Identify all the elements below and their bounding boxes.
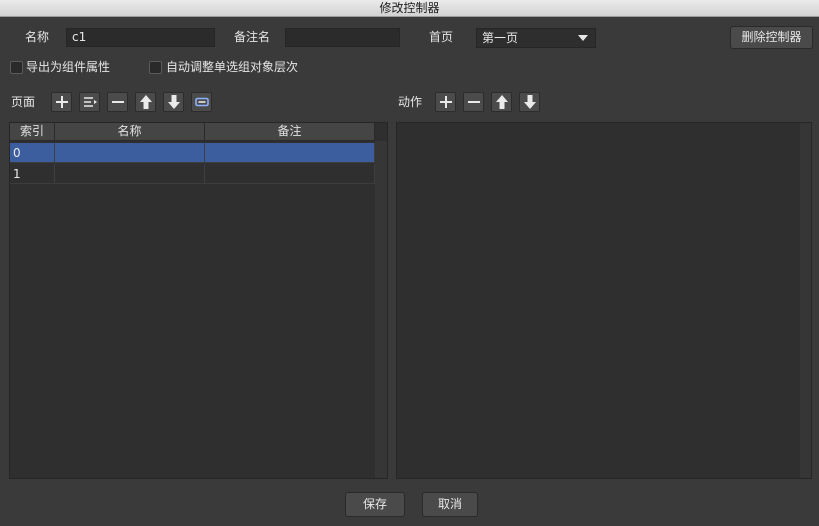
remark-label: 备注名	[234, 30, 271, 44]
window-title: 修改控制器	[379, 1, 440, 15]
column-header-index[interactable]: 索引	[10, 123, 55, 141]
arrow-up-icon	[496, 95, 508, 109]
actions-list	[396, 122, 812, 479]
row-name-cell[interactable]	[55, 164, 205, 184]
move-page-up-button[interactable]	[135, 92, 156, 112]
home-page-select[interactable]: 第一页	[476, 28, 596, 48]
arrow-down-icon	[524, 95, 536, 109]
column-header-name[interactable]: 名称	[55, 123, 205, 141]
autoadjust-checkbox-label: 自动调整单选组对象层次	[166, 60, 299, 74]
insert-page-button[interactable]	[79, 92, 100, 112]
table-row[interactable]: 0	[10, 143, 375, 163]
minus-icon	[112, 101, 124, 103]
pages-table: 索引 名称 备注 0 1	[9, 122, 388, 479]
insert-list-icon	[84, 97, 97, 107]
move-action-down-button[interactable]	[519, 92, 540, 112]
minus-icon	[468, 101, 480, 103]
remark-input[interactable]	[285, 28, 400, 47]
plus-icon	[440, 96, 452, 108]
name-input[interactable]: c1	[66, 28, 215, 47]
chevron-down-icon	[578, 35, 588, 41]
remove-page-button[interactable]	[107, 92, 128, 112]
move-action-up-button[interactable]	[491, 92, 512, 112]
save-button[interactable]: 保存	[345, 492, 405, 517]
pages-label: 页面	[11, 95, 36, 109]
row-index-cell: 0	[10, 143, 55, 163]
row-remark-cell[interactable]	[205, 143, 375, 163]
plus-icon	[56, 96, 68, 108]
pages-table-scrollbar[interactable]	[375, 141, 387, 478]
arrow-down-icon	[168, 95, 180, 109]
rename-icon	[195, 97, 209, 107]
remove-action-button[interactable]	[463, 92, 484, 112]
home-page-select-value: 第一页	[482, 31, 519, 45]
actions-list-scrollbar[interactable]	[800, 123, 811, 478]
table-row[interactable]: 1	[10, 164, 375, 184]
delete-controller-button[interactable]: 删除控制器	[730, 26, 813, 49]
row-name-cell[interactable]	[55, 143, 205, 163]
cancel-button[interactable]: 取消	[422, 492, 478, 517]
rename-page-button[interactable]	[191, 92, 212, 112]
add-action-button[interactable]	[435, 92, 456, 112]
arrow-up-icon	[140, 95, 152, 109]
add-page-button[interactable]	[51, 92, 72, 112]
column-header-remark[interactable]: 备注	[205, 123, 375, 141]
name-label: 名称	[25, 30, 50, 44]
export-checkbox[interactable]	[10, 61, 23, 74]
autoadjust-checkbox[interactable]	[149, 61, 162, 74]
row-index-cell: 1	[10, 164, 55, 184]
row-remark-cell[interactable]	[205, 164, 375, 184]
actions-label: 动作	[398, 95, 423, 109]
export-checkbox-label: 导出为组件属性	[26, 60, 111, 74]
home-page-label: 首页	[429, 30, 454, 44]
move-page-down-button[interactable]	[163, 92, 184, 112]
window-titlebar: 修改控制器	[0, 0, 819, 17]
